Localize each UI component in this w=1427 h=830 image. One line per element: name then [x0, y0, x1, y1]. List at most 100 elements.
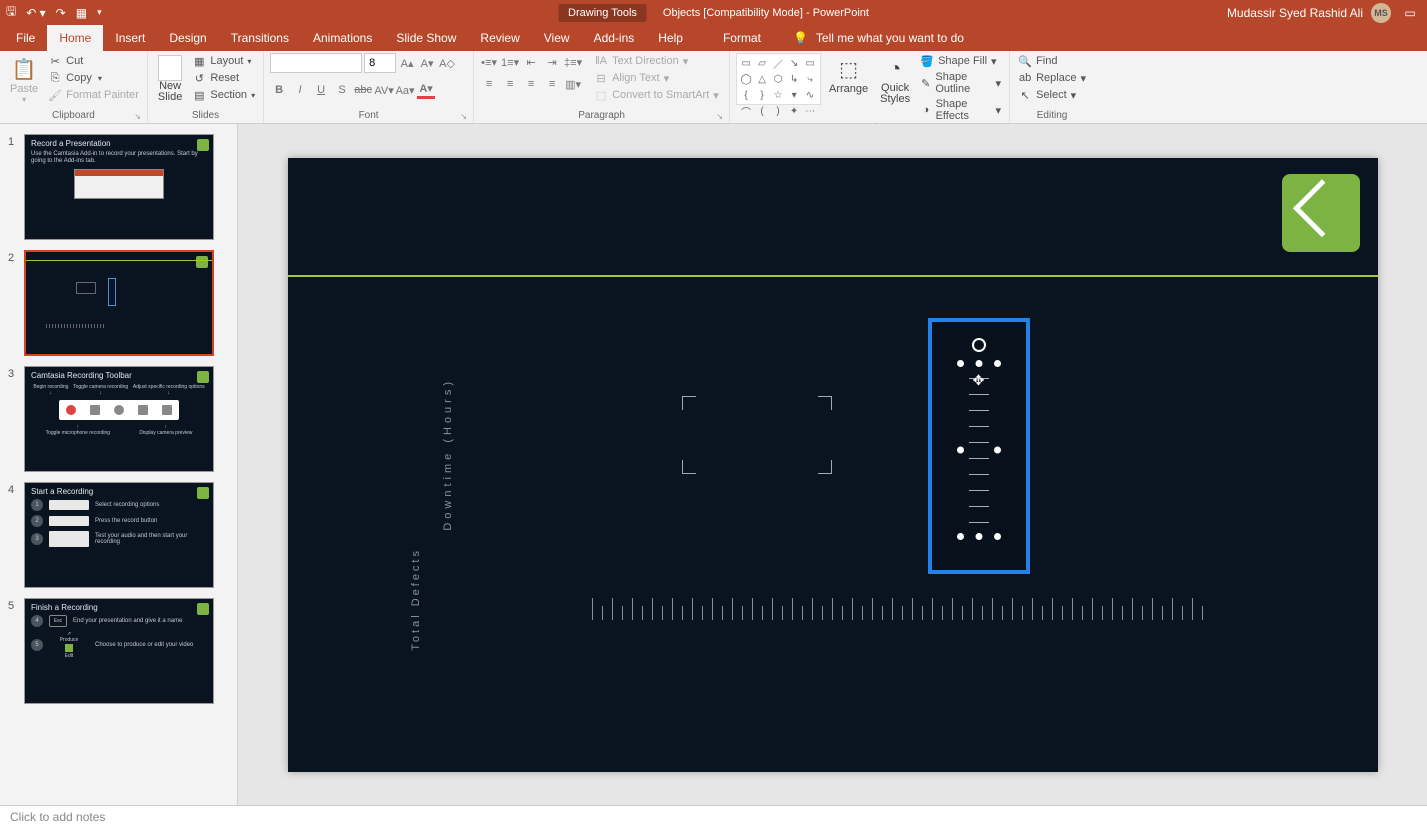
font-color-icon[interactable]: A▾ [417, 81, 435, 99]
section-icon: ▤ [192, 88, 206, 102]
user-avatar[interactable]: MS [1371, 3, 1391, 23]
editing-group-label: Editing [1016, 110, 1088, 123]
tab-format[interactable]: Format [711, 25, 773, 51]
notes-pane[interactable]: Click to add notes [0, 805, 1427, 830]
clear-formatting-icon[interactable]: A◇ [438, 54, 456, 72]
italic-icon[interactable]: I [291, 81, 309, 99]
shape-fill-button[interactable]: 🪣Shape Fill ▾ [918, 53, 1003, 69]
arrange-button[interactable]: ⬚ Arrange [825, 53, 872, 97]
select-button[interactable]: ↖Select ▾ [1016, 87, 1088, 103]
new-slide-button[interactable]: New Slide [154, 53, 186, 105]
slide-thumbnail-5[interactable]: Finish a Recording 4EscEnd your presenta… [24, 598, 214, 704]
line-spacing-icon[interactable]: ‡≡▾ [564, 53, 582, 71]
layout-button[interactable]: ▦Layout▾ [190, 53, 257, 69]
qat-dropdown-icon[interactable]: ▾ [97, 7, 102, 18]
thumb-number: 1 [8, 134, 24, 240]
slide-thumbnail-3[interactable]: Camtasia Recording Toolbar Begin recordi… [24, 366, 214, 472]
undo-icon[interactable]: ↶ ▾ [26, 6, 45, 20]
layout-icon: ▦ [192, 54, 206, 68]
cut-button[interactable]: ✂Cut [46, 53, 141, 69]
tell-me-search[interactable]: 💡 Tell me what you want to do [793, 25, 964, 51]
align-right-icon[interactable]: ≡ [522, 75, 540, 93]
slide-canvas-area[interactable]: Downtime (Hours) Total Defects [238, 124, 1427, 805]
tab-animations[interactable]: Animations [301, 25, 384, 51]
clipboard-launcher-icon[interactable]: ↘ [134, 112, 141, 121]
quick-styles-button[interactable]: ◔ Quick Styles [876, 53, 914, 107]
tab-home[interactable]: Home [47, 25, 103, 51]
group-drawing: ▭▱／↘▭◯△ ⬡↳⤷{}☆▾ ∿⌒()✦⋯ ⬚ Arrange ◔ Quick… [730, 51, 1010, 123]
replace-label: Replace [1036, 72, 1076, 84]
replace-button[interactable]: abReplace ▾ [1016, 70, 1088, 86]
smartart-icon: ⬚ [594, 88, 608, 102]
underline-icon[interactable]: U [312, 81, 330, 99]
ribbon-display-options-icon[interactable]: ▭ [1399, 5, 1421, 21]
ribbon: 📋 Paste ▾ ✂Cut ⎘Copy▾ 🖌Format Painter Cl… [0, 51, 1427, 124]
justify-icon[interactable]: ≡ [543, 75, 561, 93]
shape-outline-button[interactable]: ✎Shape Outline ▾ [918, 70, 1003, 96]
start-from-beginning-icon[interactable]: ▦ [76, 6, 87, 20]
shapes-gallery[interactable]: ▭▱／↘▭◯△ ⬡↳⤷{}☆▾ ∿⌒()✦⋯ [736, 53, 821, 105]
columns-icon[interactable]: ▥▾ [564, 75, 582, 93]
tab-insert[interactable]: Insert [103, 25, 157, 51]
format-painter-button[interactable]: 🖌Format Painter [46, 87, 141, 103]
font-launcher-icon[interactable]: ↘ [460, 112, 467, 121]
clipboard-group-label: Clipboard↘ [6, 110, 141, 123]
bold-icon[interactable]: B [270, 81, 288, 99]
reset-button[interactable]: ↺Reset [190, 70, 257, 86]
font-size-input[interactable] [364, 53, 396, 73]
copy-button[interactable]: ⎘Copy▾ [46, 70, 141, 86]
thumb-number: 2 [8, 250, 24, 356]
clipboard-icon: 📋 [10, 55, 38, 83]
slide-thumbnail-1[interactable]: Record a Presentation Use the Camtasia A… [24, 134, 214, 240]
font-name-input[interactable] [270, 53, 362, 73]
tab-review[interactable]: Review [468, 25, 531, 51]
paragraph-launcher-icon[interactable]: ↘ [716, 112, 723, 121]
grow-font-icon[interactable]: A▴ [398, 54, 416, 72]
tab-design[interactable]: Design [157, 25, 218, 51]
selected-shape[interactable]: ✥ [928, 318, 1030, 574]
paste-button[interactable]: 📋 Paste ▾ [6, 53, 42, 106]
text-direction-button[interactable]: ‖AText Direction ▾ [592, 53, 721, 69]
pencil-icon: ✎ [920, 76, 931, 90]
scissors-icon: ✂ [48, 54, 62, 68]
selected-inner-shape[interactable] [961, 364, 997, 536]
char-spacing-icon[interactable]: AV▾ [375, 81, 393, 99]
find-button[interactable]: 🔍Find [1016, 53, 1088, 69]
decrease-indent-icon[interactable]: ⇤ [522, 53, 540, 71]
arrange-icon: ⬚ [835, 55, 863, 83]
tab-transitions[interactable]: Transitions [219, 25, 301, 51]
redo-icon[interactable]: ↷ [56, 6, 66, 20]
divider-line [288, 275, 1378, 277]
numbering-icon[interactable]: 1≡▾ [501, 53, 519, 71]
layout-label: Layout [210, 55, 243, 67]
tab-file[interactable]: File [4, 25, 47, 51]
bullets-icon[interactable]: •≡▾ [480, 53, 498, 71]
convert-smartart-button[interactable]: ⬚Convert to SmartArt ▾ [592, 87, 721, 103]
align-text-icon: ⊟ [594, 71, 608, 85]
tab-help[interactable]: Help [646, 25, 695, 51]
align-left-icon[interactable]: ≡ [480, 75, 498, 93]
y-axis-label-1: Downtime (Hours) [442, 378, 454, 531]
thumb-title: Start a Recording [31, 487, 207, 496]
strikethrough-icon[interactable]: abc [354, 81, 372, 99]
shadow-icon[interactable]: S [333, 81, 351, 99]
shape-effects-button[interactable]: ◑Shape Effects ▾ [918, 97, 1003, 123]
tab-view[interactable]: View [532, 25, 582, 51]
change-case-icon[interactable]: Aa▾ [396, 81, 414, 99]
section-button[interactable]: ▤Section▾ [190, 87, 257, 103]
align-center-icon[interactable]: ≡ [501, 75, 519, 93]
slide-canvas[interactable]: Downtime (Hours) Total Defects [288, 158, 1378, 772]
align-text-button[interactable]: ⊟Align Text ▾ [592, 70, 721, 86]
save-icon[interactable]: 🖫 [6, 2, 16, 23]
camtasia-logo-icon [196, 256, 208, 268]
increase-indent-icon[interactable]: ⇥ [543, 53, 561, 71]
shrink-font-icon[interactable]: A▾ [418, 54, 436, 72]
tab-addins[interactable]: Add-ins [582, 25, 647, 51]
tab-slideshow[interactable]: Slide Show [384, 25, 468, 51]
shape-fill-label: Shape Fill [938, 55, 987, 67]
group-editing: 🔍Find abReplace ▾ ↖Select ▾ Editing [1010, 51, 1094, 123]
camtasia-logo-icon [1282, 174, 1360, 252]
slide-thumbnail-4[interactable]: Start a Recording 1Select recording opti… [24, 482, 214, 588]
slide-thumbnail-2[interactable] [24, 250, 214, 356]
rotate-handle-icon[interactable] [972, 338, 986, 352]
